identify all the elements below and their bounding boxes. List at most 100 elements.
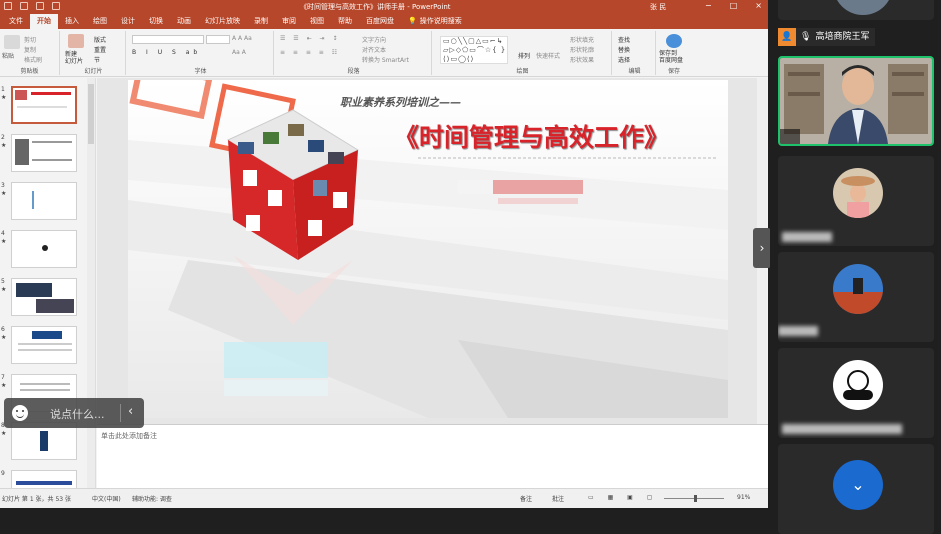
find-button[interactable]: 查找 — [618, 35, 630, 44]
tab-insert[interactable]: 插入 — [58, 14, 86, 29]
thumb-number: 3 — [1, 182, 5, 189]
shape-fill-button[interactable]: 形状填充 — [570, 35, 594, 44]
participant-tile[interactable] — [778, 0, 934, 20]
participant-tile-speaking[interactable] — [778, 56, 934, 146]
section-button[interactable]: 节 — [94, 55, 100, 64]
reset-button[interactable]: 重置 — [94, 45, 106, 54]
layout-button[interactable]: 版式 — [94, 35, 106, 44]
redo-icon[interactable] — [36, 2, 44, 10]
notes-toggle[interactable]: 备注 — [520, 494, 532, 503]
text-direction-button[interactable]: 文字方向 — [362, 35, 386, 44]
list-icons[interactable]: ☰ ☰ ⇤ ⇥ ↕ — [280, 35, 340, 42]
status-bar: 幻灯片 第 1 张，共 53 张 中文(中国) 辅助功能: 调查 备注 批注 ▭… — [0, 488, 768, 508]
thumb-star: ★ — [1, 190, 7, 197]
maximize-button[interactable]: □ — [730, 1, 738, 10]
zoom-slider-thumb[interactable] — [694, 495, 697, 502]
align-icons[interactable]: ≡ ≡ ≡ ≡ ☷ — [280, 49, 340, 56]
shapes-gallery[interactable]: ▭○╲╲▢△▭⌐↳ ▱▷◇⬠▭⌒☆{ } ⟨⟩▭◯⟨⟩ — [440, 36, 508, 64]
slide-thumbnail[interactable] — [11, 86, 77, 124]
avatar — [833, 0, 893, 15]
tab-animations[interactable]: 动画 — [170, 14, 198, 29]
baidu-cloud-icon[interactable] — [666, 34, 682, 48]
group-label-save: 保存 — [667, 68, 680, 75]
tab-record[interactable]: 录制 — [247, 14, 275, 29]
tab-slideshow[interactable]: 幻灯片放映 — [198, 14, 247, 29]
emoji-icon[interactable] — [12, 405, 28, 421]
undo-icon[interactable] — [20, 2, 28, 10]
paste-icon[interactable] — [4, 35, 20, 49]
tab-baidu[interactable]: 百度网盘 — [359, 14, 401, 29]
slide-title[interactable]: 《时间管理与高效工作》 — [394, 118, 669, 154]
tab-transitions[interactable]: 切换 — [142, 14, 170, 29]
participant-tile[interactable]: ⌄ — [778, 444, 934, 534]
chevron-down-icon[interactable]: ⌄ — [833, 460, 883, 510]
replace-button[interactable]: 替换 — [618, 45, 630, 54]
font-size-select[interactable] — [206, 35, 230, 44]
slide-thumbnail[interactable] — [11, 326, 77, 364]
chevron-left-icon[interactable]: ‹ — [128, 404, 133, 419]
select-button[interactable]: 选择 — [618, 55, 630, 64]
notes-pane[interactable]: 单击此处添加备注 — [97, 424, 768, 488]
save-icon[interactable] — [4, 2, 12, 10]
thumb-star: ★ — [1, 238, 7, 245]
chat-input-bar[interactable]: 说点什么... ‹ — [4, 398, 144, 428]
help-search[interactable]: 💡 操作说明搜索 — [401, 14, 469, 29]
mute-indicator — [780, 129, 800, 144]
zoom-level[interactable]: 91% — [737, 494, 750, 501]
tab-design[interactable]: 设计 — [114, 14, 142, 29]
tab-view[interactable]: 视图 — [303, 14, 331, 29]
group-label-clipboard: 剪贴板 — [20, 68, 39, 75]
collapse-panel-button[interactable]: › — [753, 228, 771, 268]
new-slide-icon[interactable] — [68, 34, 84, 48]
slide-thumbnail[interactable] — [11, 278, 77, 316]
language-status[interactable]: 中文(中国) — [92, 494, 121, 503]
tab-home[interactable]: 开始 — [30, 14, 58, 29]
tab-draw[interactable]: 绘图 — [86, 14, 114, 29]
copy-button[interactable]: 复制 — [24, 45, 36, 54]
avatar — [833, 168, 883, 218]
close-button[interactable]: × — [755, 1, 762, 10]
slide-subtitle[interactable]: 职业素养系列培训之—— — [340, 94, 461, 110]
slide-thumbnail[interactable] — [11, 182, 77, 220]
smartart-button[interactable]: 转换为 SmartArt — [362, 55, 409, 64]
thumb-star: ★ — [1, 430, 7, 437]
ribbon-tabs: 文件 开始 插入 绘图 设计 切换 动画 幻灯片放映 录制 审阅 视图 帮助 百… — [0, 14, 768, 29]
tab-file[interactable]: 文件 — [2, 14, 30, 29]
shape-effects-button[interactable]: 形状效果 — [570, 55, 594, 64]
new-slide-button[interactable]: 新建 幻灯片 — [65, 51, 83, 65]
participant-tile[interactable] — [778, 156, 934, 246]
slide-canvas[interactable]: 职业素养系列培训之—— 《时间管理与高效工作》 — [128, 80, 728, 418]
minimize-button[interactable]: − — [705, 1, 712, 10]
cut-button[interactable]: 剪切 — [24, 35, 36, 44]
participant-tile[interactable] — [778, 348, 934, 438]
align-text-button[interactable]: 对齐文本 — [362, 45, 386, 54]
scrollbar-thumb[interactable] — [88, 84, 94, 144]
font-family-select[interactable] — [132, 35, 204, 44]
account-name[interactable]: 张 民 — [650, 2, 666, 12]
slide-thumbnail[interactable] — [11, 470, 77, 488]
view-buttons[interactable]: ▭ ▦ ▣ ▢ — [588, 494, 658, 501]
participant-tile[interactable] — [778, 252, 934, 342]
thumb-number: 1 — [1, 86, 5, 93]
comments-toggle[interactable]: 批注 — [552, 494, 564, 503]
font-color-icons[interactable]: Aa A — [232, 49, 246, 56]
format-painter-button[interactable]: 格式刷 — [24, 55, 42, 64]
paste-button[interactable]: 粘贴 — [2, 51, 14, 60]
quick-styles-button[interactable]: 快速样式 — [536, 51, 560, 60]
font-size-adjust-icons[interactable]: A A Aa — [232, 35, 252, 42]
group-save: 保存到 百度网盘 保存 — [658, 31, 690, 75]
lightbulb-icon: 💡 — [408, 17, 417, 25]
thumb-star: ★ — [1, 142, 7, 149]
tab-help[interactable]: 帮助 — [331, 14, 359, 29]
accessibility-status[interactable]: 辅助功能: 调查 — [132, 494, 172, 503]
title-bar: 《时间管理与高效工作》讲师手册 - PowerPoint 张 民 − □ × — [0, 0, 768, 14]
tab-review[interactable]: 审阅 — [275, 14, 303, 29]
arrange-button[interactable]: 排列 — [518, 51, 530, 60]
present-icon[interactable] — [52, 2, 60, 10]
save-to-baidu-button[interactable]: 保存到 百度网盘 — [659, 50, 683, 64]
shape-outline-button[interactable]: 形状轮廓 — [570, 45, 594, 54]
group-clipboard: 粘贴 剪切 复制 格式刷 剪贴板 — [0, 31, 60, 75]
slide-thumbnail[interactable] — [11, 230, 77, 268]
font-style-icons[interactable]: B I U S ab — [132, 49, 201, 56]
slide-thumbnail[interactable] — [11, 134, 77, 172]
